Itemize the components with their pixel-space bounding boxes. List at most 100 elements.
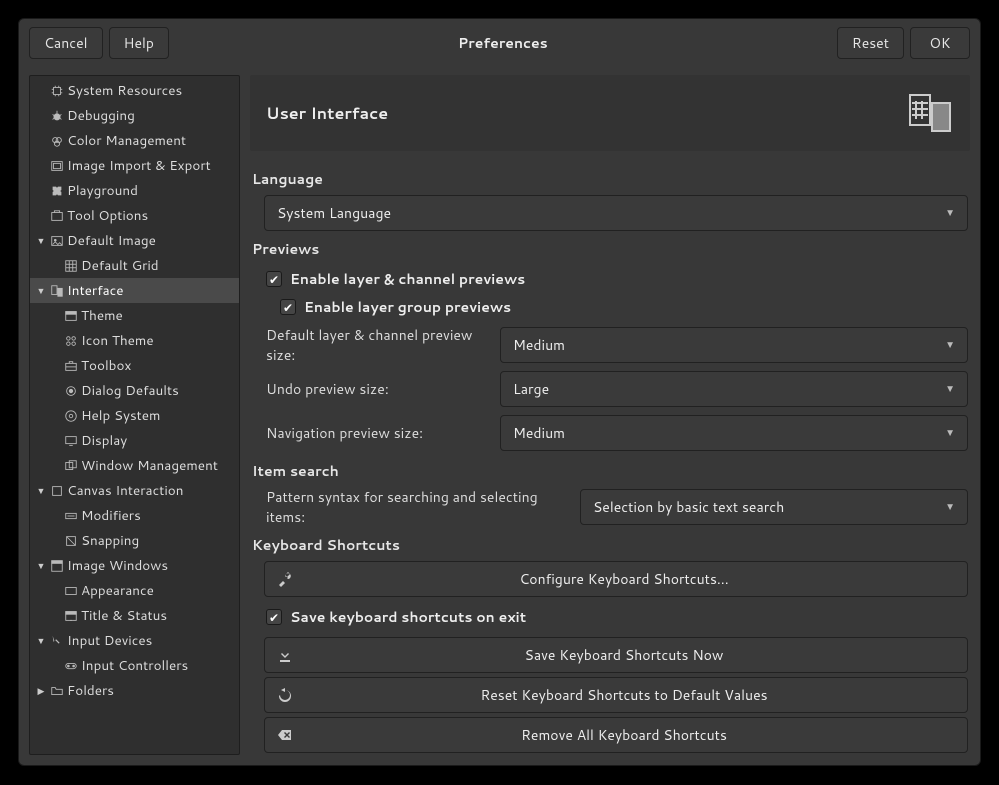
tree-expander-icon[interactable]: ▼ bbox=[34, 284, 48, 298]
tree-item-canvas-interaction[interactable]: ▼ Canvas Interaction bbox=[30, 478, 239, 503]
help-button[interactable]: Help bbox=[109, 27, 169, 59]
dialog-body: System Resources Debugging Color Managemen… bbox=[19, 67, 980, 765]
tree-expander-placeholder bbox=[48, 509, 62, 523]
theme-icon bbox=[63, 308, 79, 324]
tree-expander-icon[interactable]: ▼ bbox=[34, 559, 48, 573]
icontheme-icon bbox=[63, 333, 79, 349]
reset-button[interactable]: Reset bbox=[837, 27, 904, 59]
language-section-title: Language bbox=[252, 169, 968, 189]
puzzle-icon bbox=[49, 183, 65, 199]
tree-item-label: Input Devices bbox=[67, 631, 152, 650]
tree-item-label: Title & Status bbox=[81, 606, 167, 625]
panel-header: User Interface bbox=[250, 75, 970, 151]
tree-expander-placeholder bbox=[48, 609, 62, 623]
checkbox-label: Enable layer group previews bbox=[304, 297, 511, 317]
select-value: Selection by basic text search bbox=[593, 497, 784, 517]
undo-preview-label: Undo preview size: bbox=[252, 379, 492, 399]
tree-item-image-import-export[interactable]: Image Import & Export bbox=[30, 153, 239, 178]
tree-item-label: Help System bbox=[81, 406, 160, 425]
enable-layer-channel-checkbox[interactable]: ✔ Enable layer & channel previews bbox=[252, 265, 968, 293]
tools-icon bbox=[49, 208, 65, 224]
tree-item-label: System Resources bbox=[67, 81, 182, 100]
imgwin-icon bbox=[49, 558, 65, 574]
tree-item-window-management[interactable]: Window Management bbox=[30, 453, 239, 478]
interface-icon bbox=[906, 89, 954, 137]
chevron-down-icon: ▼ bbox=[945, 338, 955, 352]
tree-item-default-grid[interactable]: Default Grid bbox=[30, 253, 239, 278]
bug-icon bbox=[49, 108, 65, 124]
tree-expander-icon[interactable]: ▼ bbox=[34, 484, 48, 498]
tree-item-modifiers[interactable]: Modifiers bbox=[30, 503, 239, 528]
tree-expander-placeholder bbox=[34, 159, 48, 173]
tree-item-color-management[interactable]: Color Management bbox=[30, 128, 239, 153]
preferences-dialog: Cancel Help Preferences Reset OK System … bbox=[18, 18, 981, 766]
keyboard-icon bbox=[63, 508, 79, 524]
tree-item-tool-options[interactable]: Tool Options bbox=[30, 203, 239, 228]
reset-icon bbox=[277, 687, 293, 703]
tree-item-label: Debugging bbox=[67, 106, 135, 125]
tree-expander-placeholder bbox=[48, 259, 62, 273]
language-select[interactable]: System Language ▼ bbox=[264, 195, 968, 231]
ok-button[interactable]: OK bbox=[910, 27, 970, 59]
tree-expander-placeholder bbox=[34, 134, 48, 148]
tree-item-folders[interactable]: ▶Folders bbox=[30, 678, 239, 703]
item-search-section-title: Item search bbox=[252, 461, 968, 481]
tree-item-input-controllers[interactable]: Input Controllers bbox=[30, 653, 239, 678]
category-tree[interactable]: System Resources Debugging Color Managemen… bbox=[29, 75, 240, 755]
enable-layer-group-checkbox[interactable]: ✔ Enable layer group previews bbox=[252, 293, 968, 321]
tree-expander-placeholder bbox=[34, 84, 48, 98]
button-label: Reset Keyboard Shortcuts to Default Valu… bbox=[293, 685, 955, 705]
save-shortcuts-button[interactable]: Save Keyboard Shortcuts Now bbox=[264, 637, 968, 673]
configure-shortcuts-button[interactable]: Configure Keyboard Shortcuts... bbox=[264, 561, 968, 597]
help-icon bbox=[63, 408, 79, 424]
button-label: Remove All Keyboard Shortcuts bbox=[293, 725, 955, 745]
checkmark-icon: ✔ bbox=[280, 299, 296, 315]
tree-item-input-devices[interactable]: ▼ Input Devices bbox=[30, 628, 239, 653]
cancel-button[interactable]: Cancel bbox=[29, 27, 103, 59]
tree-item-label: Image Import & Export bbox=[67, 156, 211, 175]
tree-item-label: Default Image bbox=[67, 231, 156, 250]
tree-item-playground[interactable]: Playground bbox=[30, 178, 239, 203]
tree-expander-placeholder bbox=[48, 384, 62, 398]
tree-item-default-image[interactable]: ▼ Default Image bbox=[30, 228, 239, 253]
tree-item-help-system[interactable]: Help System bbox=[30, 403, 239, 428]
tree-item-label: Default Grid bbox=[81, 256, 159, 275]
pattern-select[interactable]: Selection by basic text search ▼ bbox=[580, 489, 968, 525]
tree-item-toolbox[interactable]: Toolbox bbox=[30, 353, 239, 378]
remove-shortcuts-button[interactable]: Remove All Keyboard Shortcuts bbox=[264, 717, 968, 753]
tree-expander-placeholder bbox=[34, 109, 48, 123]
chevron-down-icon: ▼ bbox=[945, 382, 955, 396]
image-icon bbox=[49, 233, 65, 249]
toolbox-icon bbox=[63, 358, 79, 374]
tree-item-label: Tool Options bbox=[67, 206, 148, 225]
reset-shortcuts-button[interactable]: Reset Keyboard Shortcuts to Default Valu… bbox=[264, 677, 968, 713]
tree-expander-icon[interactable]: ▶ bbox=[34, 684, 48, 698]
tree-expander-icon[interactable]: ▼ bbox=[34, 634, 48, 648]
tree-item-dialog-defaults[interactable]: Dialog Defaults bbox=[30, 378, 239, 403]
circles-icon bbox=[49, 133, 65, 149]
button-label: Save Keyboard Shortcuts Now bbox=[293, 645, 955, 665]
tree-item-display[interactable]: Display bbox=[30, 428, 239, 453]
save-on-exit-checkbox[interactable]: ✔ Save keyboard shortcuts on exit bbox=[264, 601, 968, 633]
tree-item-image-windows[interactable]: ▼Image Windows bbox=[30, 553, 239, 578]
tree-expander-icon[interactable]: ▼ bbox=[34, 234, 48, 248]
tree-item-title-status[interactable]: Title & Status bbox=[30, 603, 239, 628]
tree-expander-placeholder bbox=[48, 409, 62, 423]
tree-item-interface[interactable]: ▼Interface bbox=[30, 278, 239, 303]
nav-preview-select[interactable]: Medium ▼ bbox=[500, 415, 968, 451]
appearance-icon bbox=[63, 583, 79, 599]
chevron-down-icon: ▼ bbox=[945, 500, 955, 514]
default-preview-select[interactable]: Medium ▼ bbox=[500, 327, 968, 363]
download-icon bbox=[277, 647, 293, 663]
tree-item-system-resources[interactable]: System Resources bbox=[30, 78, 239, 103]
tree-item-label: Canvas Interaction bbox=[67, 481, 184, 500]
tree-item-snapping[interactable]: Snapping bbox=[30, 528, 239, 553]
tree-item-appearance[interactable]: Appearance bbox=[30, 578, 239, 603]
tree-expander-placeholder bbox=[48, 584, 62, 598]
undo-preview-select[interactable]: Large ▼ bbox=[500, 371, 968, 407]
tree-item-icon-theme[interactable]: Icon Theme bbox=[30, 328, 239, 353]
tree-item-label: Dialog Defaults bbox=[81, 381, 179, 400]
tree-item-theme[interactable]: Theme bbox=[30, 303, 239, 328]
chevron-down-icon: ▼ bbox=[945, 426, 955, 440]
tree-item-debugging[interactable]: Debugging bbox=[30, 103, 239, 128]
